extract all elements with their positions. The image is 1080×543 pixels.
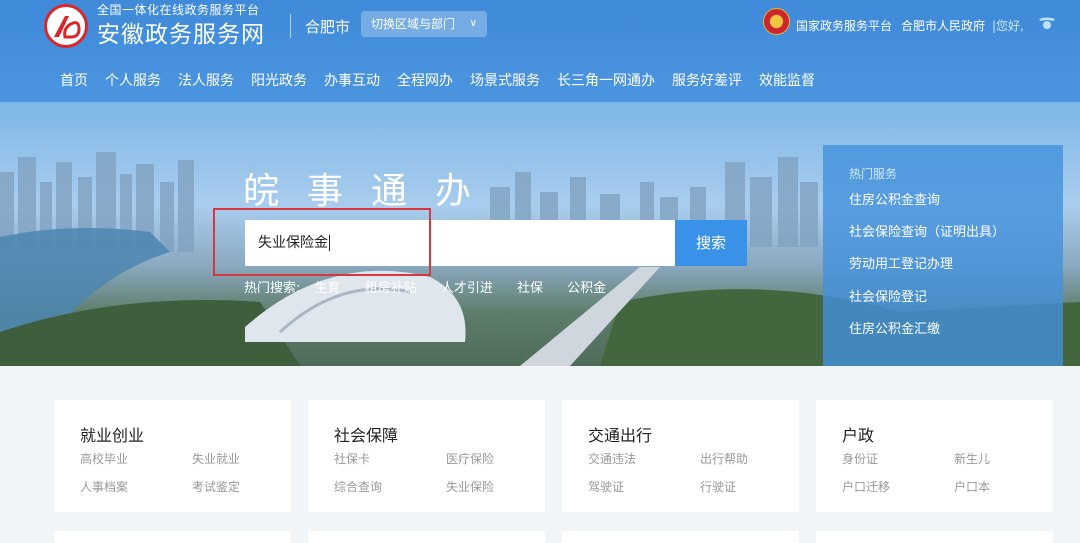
category-card-household: 户政 身份证 新生儿 户口迁移 户口本 xyxy=(816,400,1053,512)
nav-item-corporate[interactable]: 法人服务 xyxy=(178,70,234,92)
nav-item-personal[interactable]: 个人服务 xyxy=(105,70,161,92)
category-title[interactable]: 户政 xyxy=(842,422,874,446)
category-link[interactable]: 医疗保险 xyxy=(446,450,494,467)
category-link[interactable]: 综合查询 xyxy=(334,478,382,495)
chevron-down-icon: ∨ xyxy=(469,18,477,29)
category-link[interactable]: 行驶证 xyxy=(700,478,736,495)
nav-item-interaction[interactable]: 办事互动 xyxy=(324,70,380,92)
search-button[interactable]: 搜索 xyxy=(675,220,747,266)
category-link[interactable]: 户口迁移 xyxy=(842,478,890,495)
category-link[interactable]: 驾驶证 xyxy=(588,478,624,495)
hot-service-item[interactable]: 社会保险登记 xyxy=(849,286,927,305)
nav-item-rating[interactable]: 服务好差评 xyxy=(672,70,742,92)
category-card-partial xyxy=(562,531,799,543)
hot-search-bar: 热门搜索: 生育 租房补贴 人才引进 社保 公积金 xyxy=(244,277,626,296)
category-card-employment: 就业创业 高校毕业 失业就业 人事档案 考试鉴定 xyxy=(54,400,291,512)
category-link[interactable]: 失业就业 xyxy=(192,450,240,467)
hefei-gov-link[interactable]: 合肥市人民政府 xyxy=(901,17,985,34)
current-city: 合肥市 xyxy=(305,18,351,36)
header-divider xyxy=(290,14,291,38)
category-card-partial xyxy=(816,531,1053,543)
nav-item-sunshine[interactable]: 阳光政务 xyxy=(251,70,307,92)
category-link[interactable]: 新生儿 xyxy=(954,450,990,467)
category-card-partial xyxy=(308,531,545,543)
hot-services-panel: 热门服务 住房公积金查询 社会保险查询（证明出具） 劳动用工登记办理 社会保险登… xyxy=(823,145,1063,366)
category-title[interactable]: 社会保障 xyxy=(334,422,398,446)
site-title[interactable]: 安徽政务服务网 xyxy=(97,15,265,49)
site-logo-icon[interactable] xyxy=(44,4,88,48)
category-link[interactable]: 人事档案 xyxy=(80,478,128,495)
category-link[interactable]: 失业保险 xyxy=(446,478,494,495)
category-card-social-security: 社会保障 社保卡 医疗保险 综合查询 失业保险 xyxy=(308,400,545,512)
hot-search-item[interactable]: 租房补贴 xyxy=(365,281,417,296)
gov-platform-link[interactable]: 国家政务服务平台 xyxy=(796,17,892,34)
nav-item-home[interactable]: 首页 xyxy=(60,70,88,92)
hot-service-item[interactable]: 劳动用工登记办理 xyxy=(849,253,953,272)
hot-search-item[interactable]: 社保 xyxy=(517,281,543,296)
hot-search-item[interactable]: 生育 xyxy=(315,281,341,296)
category-card-transport: 交通出行 交通违法 出行帮助 驾驶证 行驶证 xyxy=(562,400,799,512)
nav-item-online[interactable]: 全程网办 xyxy=(397,70,453,92)
hot-service-item[interactable]: 社会保险查询（证明出具） xyxy=(849,221,1005,240)
category-link[interactable]: 高校毕业 xyxy=(80,450,128,467)
nav-item-supervision[interactable]: 效能监督 xyxy=(759,70,815,92)
hero-banner: 皖事通办 失业保险金 搜索 热门搜索: 生育 租房补贴 人才引进 社保 公积金 … xyxy=(0,102,1080,366)
category-link[interactable]: 考试鉴定 xyxy=(192,478,240,495)
site-header: 全国一体化在线政务服务平台 安徽政务服务网 合肥市 切换区域与部门 ∨ 国家政务… xyxy=(0,0,1080,102)
category-card-partial xyxy=(54,531,291,543)
hot-search-item[interactable]: 公积金 xyxy=(567,281,606,296)
national-emblem-icon xyxy=(763,8,790,35)
category-title[interactable]: 就业创业 xyxy=(80,422,144,446)
hot-service-item[interactable]: 住房公积金汇缴 xyxy=(849,318,940,337)
hot-search-item[interactable]: 人才引进 xyxy=(441,281,493,296)
nav-item-scenario[interactable]: 场景式服务 xyxy=(470,70,540,92)
category-link[interactable]: 户口本 xyxy=(954,478,990,495)
switch-region-label: 切换区域与部门 xyxy=(371,17,456,31)
category-link[interactable]: 交通违法 xyxy=(588,450,636,467)
category-link[interactable]: 身份证 xyxy=(842,450,878,467)
user-icon[interactable] xyxy=(1038,15,1056,31)
search-highlight-box xyxy=(213,208,431,276)
category-link[interactable]: 出行帮助 xyxy=(700,450,748,467)
hero-title: 皖事通办 xyxy=(243,171,500,212)
switch-region-button[interactable]: 切换区域与部门 ∨ xyxy=(361,11,487,37)
hot-service-item[interactable]: 住房公积金查询 xyxy=(849,189,940,208)
nav-item-yangtze[interactable]: 长三角一网通办 xyxy=(557,70,655,92)
main-nav: 首页 个人服务 法人服务 阳光政务 办事互动 全程网办 场景式服务 长三角一网通… xyxy=(60,70,815,92)
hot-services-title: 热门服务 xyxy=(849,167,898,181)
category-link[interactable]: 社保卡 xyxy=(334,450,370,467)
greeting-text: |您好, xyxy=(992,19,1024,33)
hot-search-label: 热门搜索: xyxy=(244,281,301,296)
category-title[interactable]: 交通出行 xyxy=(588,422,652,446)
